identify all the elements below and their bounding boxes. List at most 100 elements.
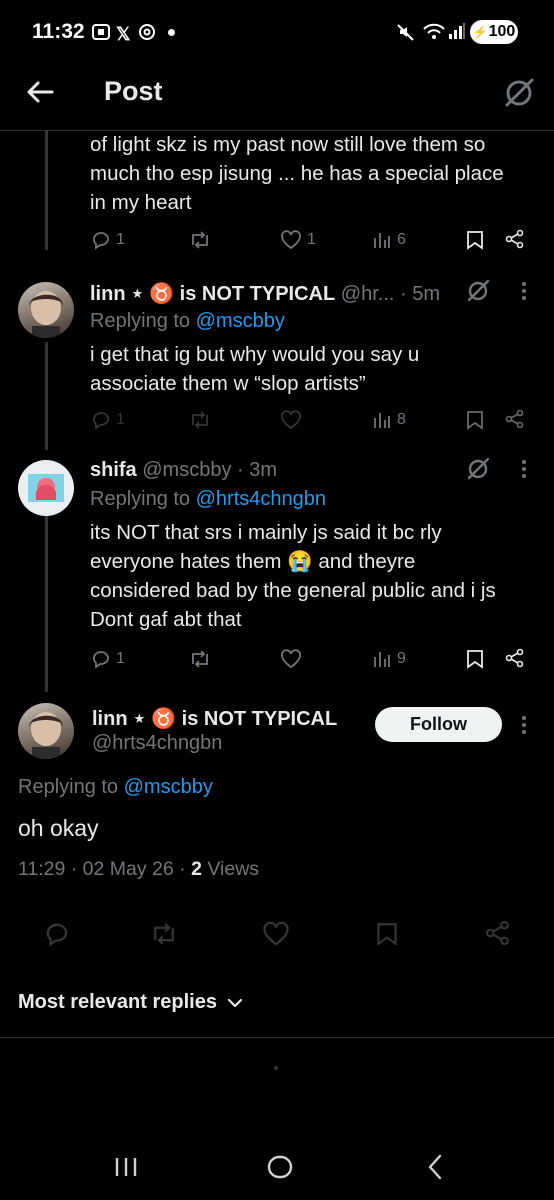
share-button[interactable]: [505, 409, 525, 429]
reply-count: 1: [116, 411, 125, 428]
replying-to: Replying to @hrts4chngbn: [90, 488, 327, 510]
reply-button[interactable]: 1: [91, 410, 125, 430]
system-nav-bar: [0, 1120, 554, 1200]
replying-to-link[interactable]: @mscbby: [124, 776, 213, 798]
mute-icon: [396, 22, 416, 42]
home-icon[interactable]: [267, 1155, 293, 1179]
views-button[interactable]: 9: [372, 649, 406, 669]
more-icon[interactable]: [520, 280, 528, 302]
views-icon: [374, 233, 390, 248]
repost-button[interactable]: [188, 410, 212, 430]
bookmark-button[interactable]: [466, 649, 484, 669]
reply-icon: [46, 923, 68, 947]
heart-icon: [263, 921, 289, 946]
thread-line: [45, 514, 48, 692]
share-button[interactable]: [505, 229, 525, 249]
charging-icon: ⚡: [472, 25, 488, 39]
avatar[interactable]: [18, 703, 74, 759]
user-handle[interactable]: @hr...: [341, 283, 395, 305]
screenshot-icon: [92, 24, 110, 40]
avatar[interactable]: [18, 460, 74, 516]
like-button[interactable]: [262, 921, 290, 947]
display-name[interactable]: linn ⋆ ♉ is NOT TYPICAL: [90, 283, 335, 305]
reply-button[interactable]: [44, 921, 70, 947]
like-button[interactable]: [280, 410, 302, 430]
grok-icon[interactable]: [465, 456, 491, 482]
bookmark-button[interactable]: [466, 410, 484, 430]
heart-icon: [281, 230, 301, 250]
tweet-text: its NOT that srs i mainly js said it bc …: [90, 521, 496, 631]
reply-icon: [93, 232, 109, 250]
repost-button[interactable]: [188, 230, 212, 250]
repost-icon: [192, 411, 208, 429]
user-handle[interactable]: @hrts4chngbn: [92, 732, 222, 755]
share-button[interactable]: [505, 648, 525, 668]
tweet-header: shifa @mscbby · 3m: [90, 459, 278, 481]
like-button[interactable]: 1: [280, 230, 316, 250]
replying-to-link[interactable]: @hrts4chngbn: [196, 488, 326, 510]
reply-button[interactable]: 1: [91, 230, 125, 250]
top-bar: Post: [0, 64, 554, 131]
bookmark-icon: [467, 650, 483, 669]
replying-to: Replying to @mscbby: [90, 310, 285, 332]
thread-line: [45, 130, 48, 250]
display-name[interactable]: linn ⋆ ♉ is NOT TYPICAL: [92, 706, 337, 731]
avatar[interactable]: [18, 282, 74, 338]
post-timestamp: 11:29 · 02 May 26 ·: [18, 858, 186, 880]
tweet-header: linn ⋆ ♉ is NOT TYPICAL @hr... · 5m: [90, 283, 441, 305]
views-button[interactable]: 6: [372, 230, 406, 250]
post-meta: 11:29 · 02 May 26 · 2 Views: [18, 858, 259, 881]
x-logo-icon: 𝕏: [116, 24, 131, 44]
share-button[interactable]: [485, 920, 511, 946]
grok-icon[interactable]: [502, 76, 536, 110]
page-title: Post: [104, 76, 163, 106]
sort-dropdown[interactable]: Most relevant replies: [18, 991, 243, 1014]
like-button[interactable]: [280, 649, 302, 669]
heart-icon: [281, 649, 301, 669]
back-nav-icon[interactable]: [426, 1154, 444, 1180]
share-icon: [505, 229, 524, 249]
user-handle[interactable]: @mscbby: [142, 459, 231, 481]
signal-icon: [448, 22, 466, 40]
repost-icon: [192, 650, 208, 668]
notification-dot-icon: [168, 29, 175, 36]
chevron-down-icon: [227, 998, 243, 1007]
views-icon: [374, 652, 390, 667]
recent-apps-icon[interactable]: [114, 1156, 138, 1178]
reply-icon: [93, 412, 109, 430]
more-icon[interactable]: [520, 714, 528, 736]
threads-icon: [138, 23, 156, 41]
repost-icon: [192, 231, 208, 249]
wifi-icon: [422, 22, 446, 42]
reply-button[interactable]: 1: [91, 649, 125, 669]
views-count: 8: [397, 411, 406, 428]
reply-count: 1: [116, 231, 125, 248]
views-count: 2: [191, 858, 202, 880]
post-text: oh okay: [18, 815, 99, 841]
sort-label: Most relevant replies: [18, 991, 217, 1013]
heart-icon: [281, 410, 301, 430]
views-count: 9: [397, 650, 406, 667]
grok-icon[interactable]: [465, 278, 491, 304]
tweet-text: of light skz is my past now still love t…: [90, 133, 504, 214]
more-icon[interactable]: [520, 458, 528, 480]
share-icon: [505, 409, 524, 429]
display-name[interactable]: shifa: [90, 459, 137, 481]
battery-level: 100: [488, 23, 516, 40]
bookmark-button[interactable]: [466, 230, 484, 250]
repost-button[interactable]: [188, 649, 212, 669]
repost-button[interactable]: [149, 921, 179, 947]
bookmark-button[interactable]: [376, 921, 398, 947]
reply-icon: [93, 651, 109, 669]
views-button[interactable]: 8: [372, 410, 406, 430]
follow-button[interactable]: Follow: [375, 707, 502, 742]
bookmark-icon: [467, 411, 483, 430]
back-arrow-icon[interactable]: [24, 78, 56, 106]
bookmark-icon: [467, 231, 483, 250]
replying-to-link[interactable]: @mscbby: [196, 310, 285, 332]
views-count: 6: [397, 231, 406, 248]
share-icon: [505, 648, 524, 668]
repost-icon: [154, 923, 174, 945]
like-count: 1: [307, 231, 316, 248]
bookmark-icon: [377, 923, 397, 946]
